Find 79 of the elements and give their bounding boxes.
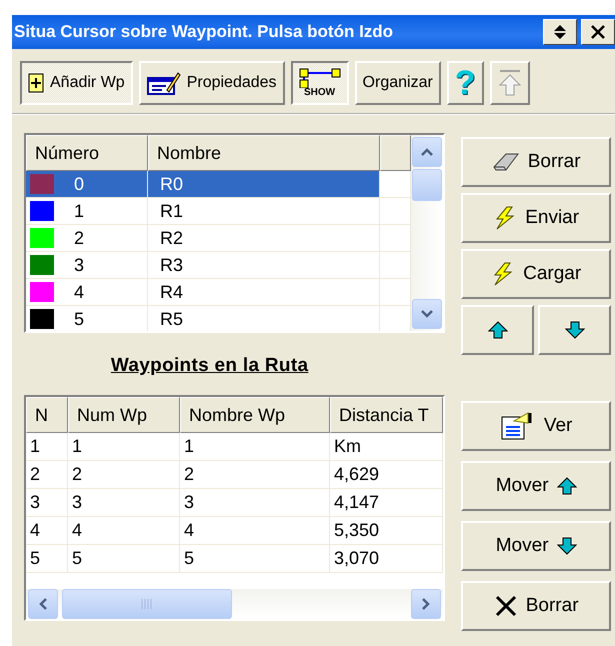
route-number-cell[interactable]: 2 [26, 225, 148, 252]
restore-button[interactable] [543, 19, 577, 45]
down-arrow-icon [564, 320, 585, 340]
action-button[interactable]: Mover [461, 521, 611, 571]
move-button[interactable] [461, 305, 534, 355]
show-label: SHOW [304, 88, 336, 98]
scroll-thumb[interactable] [412, 169, 442, 201]
column-header[interactable]: Número [26, 135, 148, 171]
chevron-up-icon [421, 148, 434, 156]
table-cell: 4,629 [330, 461, 444, 489]
chevron-right-icon [422, 598, 430, 610]
plus-icon [28, 73, 44, 93]
scroll-left-button[interactable] [28, 589, 58, 619]
column-header[interactable]: Nombre Wp [180, 397, 330, 433]
table-cell: 2 [180, 461, 330, 489]
table-cell: 3 [26, 489, 68, 517]
horizontal-scrollbar[interactable] [26, 589, 444, 619]
table-cell: 5,350 [330, 517, 444, 545]
table-cell: 3,070 [330, 545, 444, 573]
up-arrow-icon [498, 69, 522, 97]
grip-icon [141, 599, 153, 609]
route-name-cell[interactable]: R2 [148, 225, 380, 252]
table-cell: 1 [180, 433, 330, 461]
route-number-cell[interactable]: 3 [26, 252, 148, 279]
route-number-cell[interactable]: 1 [26, 198, 148, 225]
table-cell: 4 [180, 517, 330, 545]
table-cell: 5 [180, 545, 330, 573]
column-header[interactable]: N [26, 397, 68, 433]
table-cell: 4,147 [330, 489, 444, 517]
action-button[interactable]: Borrar [461, 581, 611, 631]
toggle-button[interactable]: SHOW [290, 61, 349, 105]
action-button[interactable]: Borrar [461, 137, 611, 187]
down-arrow-icon [556, 536, 577, 556]
column-header[interactable]: Num Wp [68, 397, 180, 433]
eraser-icon [492, 152, 520, 172]
move-button[interactable] [538, 305, 611, 355]
table-cell: Km [330, 433, 444, 461]
up-arrow-icon [488, 320, 508, 340]
scroll-right-button[interactable] [411, 589, 442, 619]
scroll-up-button[interactable] [412, 137, 442, 167]
scroll-thumb[interactable] [62, 589, 232, 619]
scroll-down-button[interactable] [412, 299, 442, 329]
toggle-button[interactable]: Añadir Wp [20, 61, 133, 105]
chevron-left-icon [39, 598, 47, 610]
table-cell: 1 [68, 433, 180, 461]
column-header[interactable]: Distancia T [330, 397, 444, 433]
table-cell: 4 [26, 517, 68, 545]
nodes-icon [298, 68, 341, 88]
up-down-icon [553, 24, 567, 40]
action-button[interactable]: Mover [461, 461, 611, 511]
table-cell: 2 [26, 461, 68, 489]
section-heading: Waypoints en la Ruta [110, 355, 308, 377]
table-cell: 1 [26, 433, 68, 461]
action-button[interactable]: Enviar [461, 193, 611, 243]
vertical-scrollbar[interactable] [411, 135, 444, 331]
window-title: Situa Cursor sobre Waypoint. Pulsa botón Izdo [14, 22, 394, 42]
route-name-cell[interactable]: R1 [148, 198, 380, 225]
route-name-cell[interactable]: R0 [148, 171, 380, 198]
table-cell: 2 [68, 461, 180, 489]
close-button[interactable] [581, 19, 615, 45]
route-name-cell[interactable]: R3 [148, 252, 380, 279]
table-cell: 3 [180, 489, 330, 517]
route-name-cell[interactable]: R4 [148, 279, 380, 306]
route-number-cell[interactable]: 0 [26, 171, 148, 198]
form-pencil-icon [146, 70, 181, 96]
toolbar-button[interactable]: Organizar [354, 61, 441, 105]
close-icon [494, 594, 518, 618]
table-cell: 5 [68, 545, 180, 573]
route-number-cell[interactable]: 4 [26, 279, 148, 306]
toolbar-button[interactable]: Propiedades [138, 61, 285, 105]
column-header[interactable]: Nombre [148, 135, 380, 171]
close-icon [591, 25, 605, 39]
up-arrow-icon [556, 476, 577, 496]
table-cell: 5 [26, 545, 68, 573]
action-button[interactable]: Ver [461, 401, 611, 451]
table-cell: 4 [68, 517, 180, 545]
chevron-down-icon [421, 310, 434, 318]
table-cell: 3 [68, 489, 180, 517]
action-button[interactable]: Cargar [461, 249, 611, 299]
